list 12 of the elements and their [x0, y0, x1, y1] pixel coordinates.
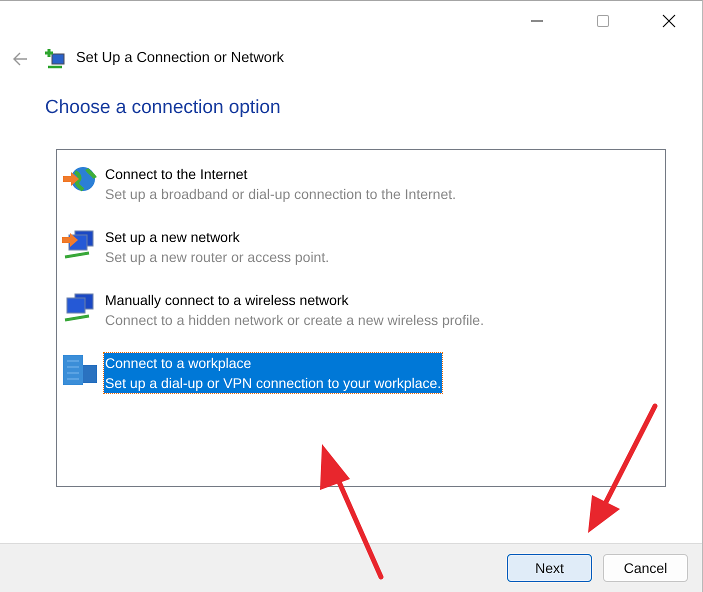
connection-option[interactable]: Connect to the Internet Set up a broadband or dial-up connection to the Internet.: [104, 164, 458, 204]
minimize-icon[interactable]: [531, 20, 543, 22]
cancel-button[interactable]: Cancel: [603, 554, 688, 582]
next-button[interactable]: Next: [507, 554, 592, 582]
network-setup-icon: [44, 48, 66, 70]
connection-option[interactable]: Connect to a workplace Set up a dial-up or VPN connection to your workplace.: [104, 352, 442, 392]
close-icon[interactable]: [662, 14, 676, 28]
back-arrow-icon[interactable]: [12, 52, 28, 66]
connection-option[interactable]: Set up a new network Set up a new router or access point.: [104, 226, 330, 266]
page-heading: Choose a connection option: [45, 96, 282, 120]
window-title: Set Up a Connection or Network: [76, 49, 284, 68]
connection-option[interactable]: Manually connect to a wireless network Connect to a hidden network or create a new wireless profile.: [104, 290, 485, 330]
